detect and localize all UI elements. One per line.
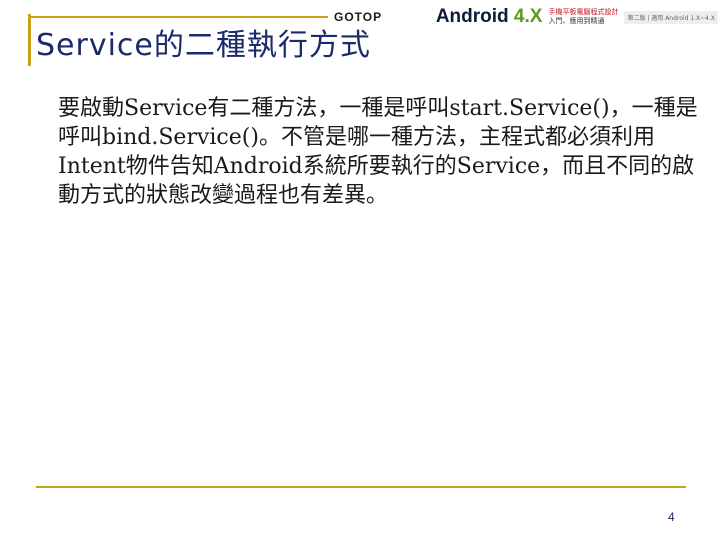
title-top-rule — [28, 16, 328, 18]
book-title: Android 4.X — [436, 6, 543, 28]
slide-body: 要啟動Service有二種方法，一種是呼叫start.Service()，一種是… — [58, 96, 698, 208]
publisher-logo: GOTOP — [334, 10, 382, 24]
footer-rule — [36, 486, 686, 488]
android-robot-icon — [432, 16, 433, 18]
book-banner: Android 4.X 手機平板電腦程式設計 入門、應用到精通 第二版 | 適用… — [432, 4, 718, 30]
slide-title: Service的二種執行方式 — [36, 28, 371, 63]
book-edition-tag: 第二版 | 適用 Android 1.X~4.X — [624, 10, 718, 24]
book-title-text: Android — [435, 6, 514, 27]
book-subtitle-line2: 入門、應用到精通 — [548, 17, 605, 25]
book-version: 4.X — [513, 6, 543, 27]
publisher-name: GOTOP — [334, 10, 383, 24]
book-subtitle: 手機平板電腦程式設計 入門、應用到精通 — [548, 8, 618, 26]
title-accent-bar — [28, 14, 31, 66]
book-subtitle-line1: 手機平板電腦程式設計 — [548, 8, 619, 16]
page-number: 4 — [668, 510, 675, 524]
